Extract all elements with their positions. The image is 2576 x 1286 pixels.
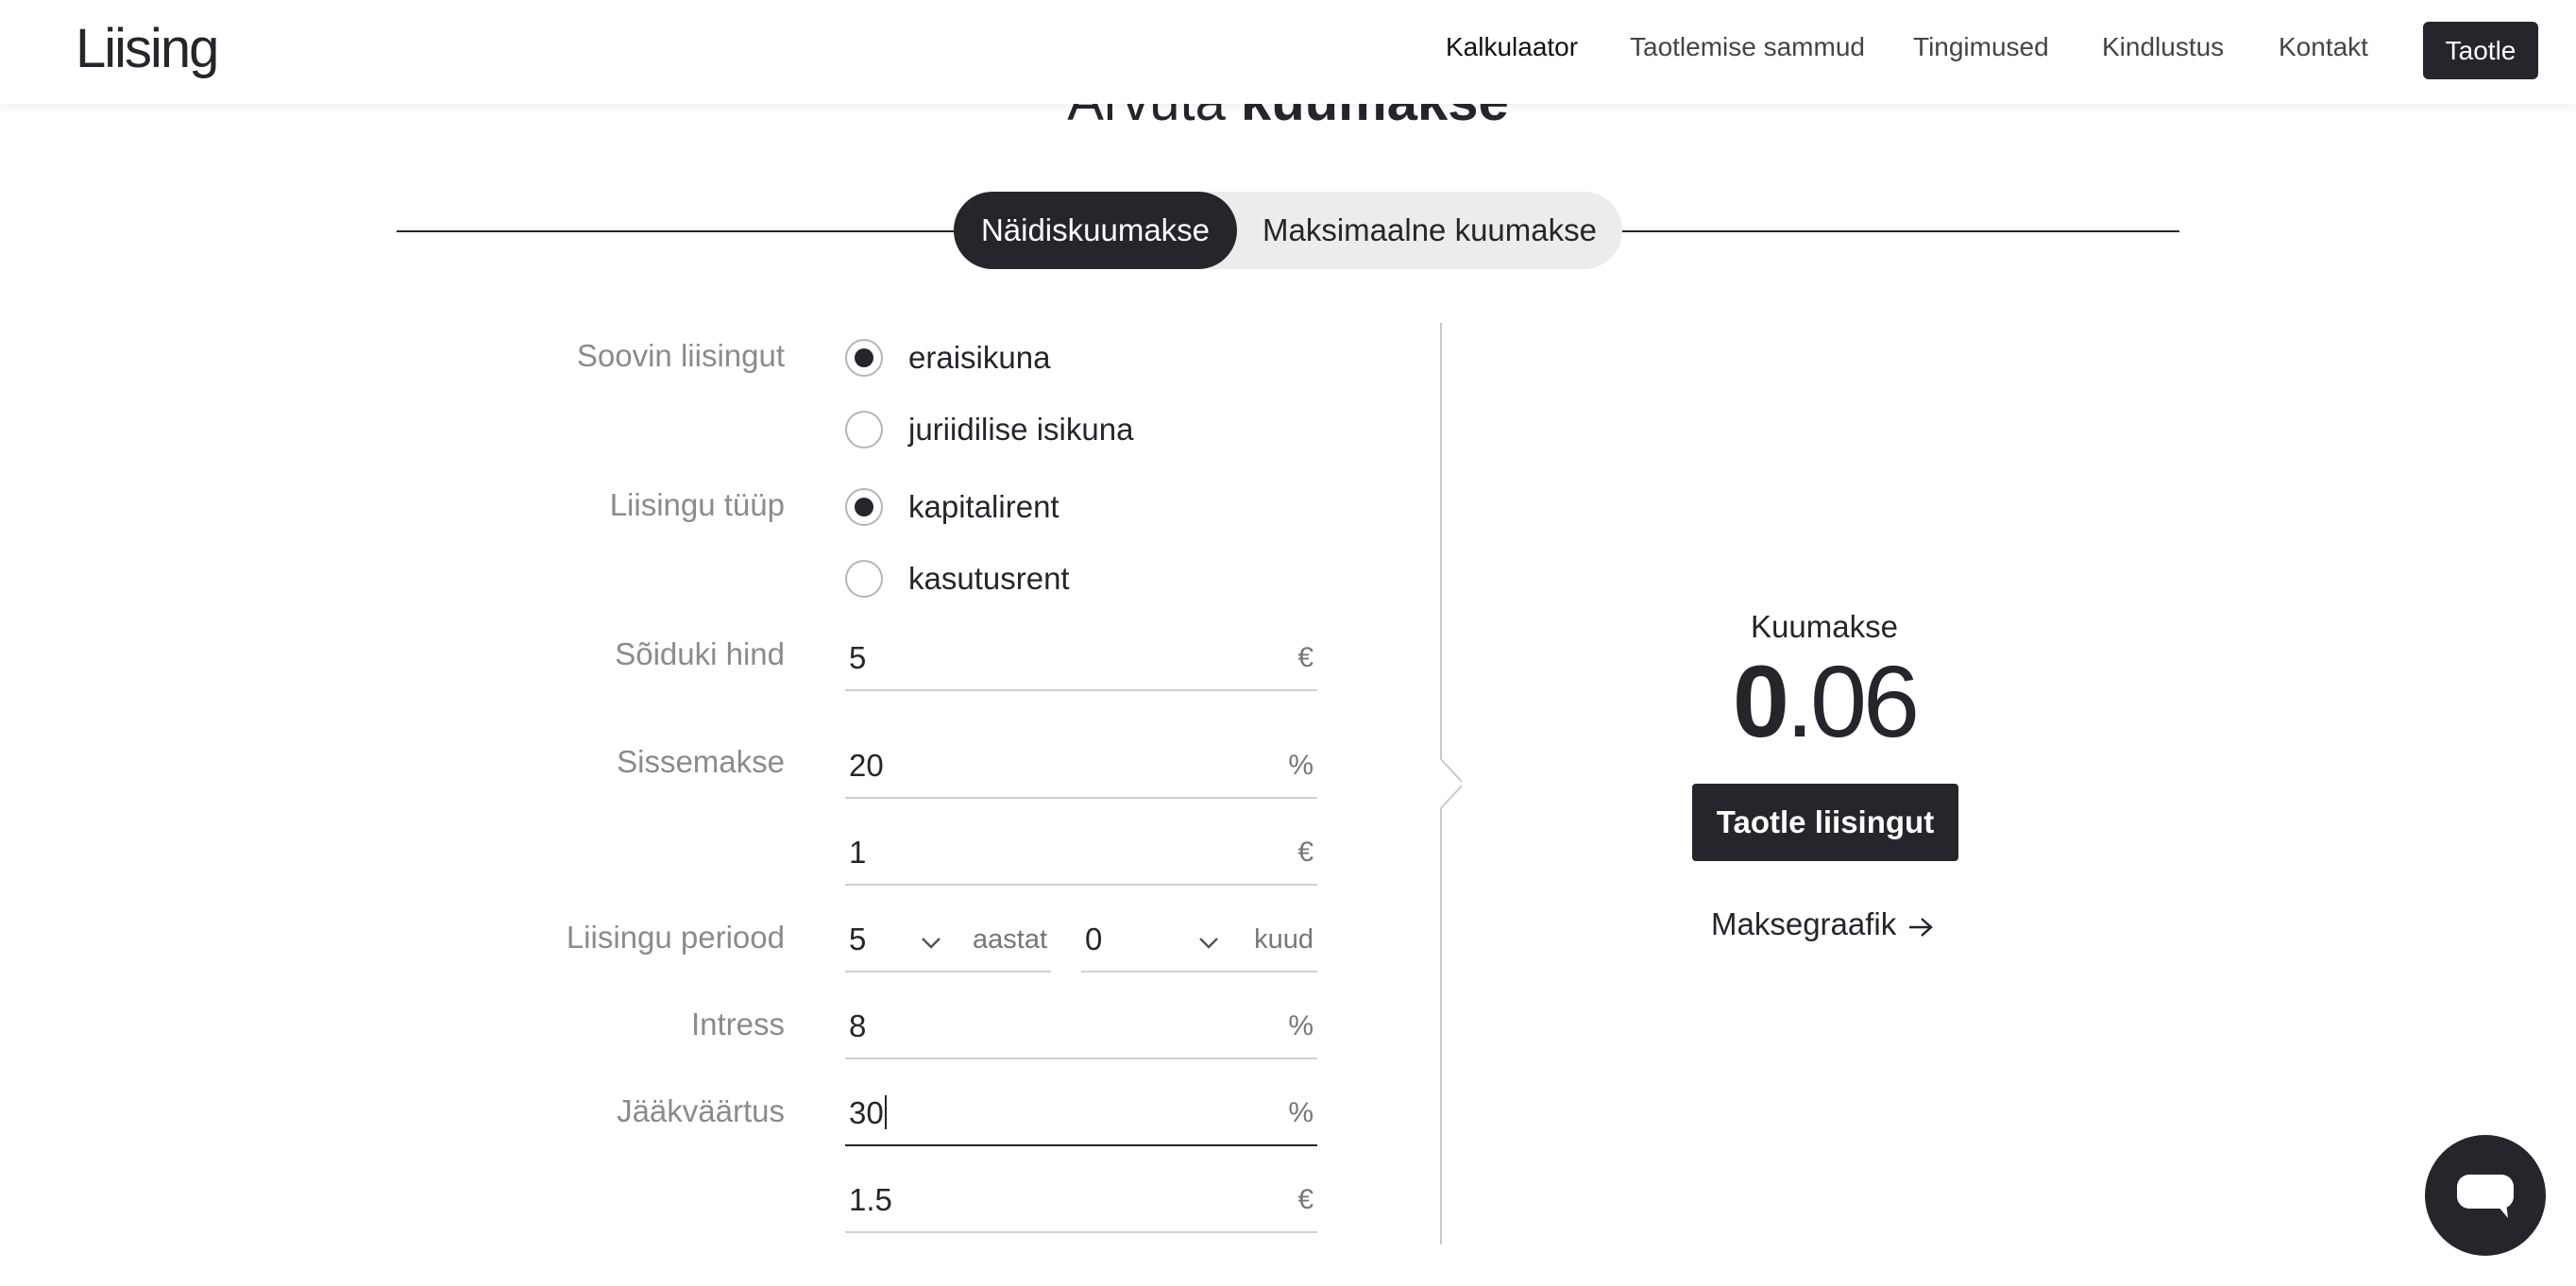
chat-widget-button[interactable] <box>2425 1135 2546 1256</box>
monthly-payment-integer: 0 <box>1732 644 1789 758</box>
lease-period-label: Liisingu periood <box>566 920 785 955</box>
radio-private-person-label[interactable]: eraisikuna <box>908 340 1050 376</box>
residual-amount-value: 1.5 <box>849 1182 892 1217</box>
nav-kontakt[interactable]: Kontakt <box>2279 32 2368 62</box>
payment-schedule-link[interactable]: Maksegraafik <box>1711 906 1934 942</box>
payment-schedule-label: Maksegraafik <box>1711 906 1897 941</box>
calculation-mode-toggle: Näidiskuumakse Maksimaalne kuumakse <box>954 192 1622 269</box>
radio-legal-person[interactable] <box>845 411 883 448</box>
radio-financial-lease-label[interactable]: kapitalirent <box>908 489 1059 525</box>
monthly-payment-decimals: 06 <box>1809 644 1920 758</box>
down-payment-percent-unit: % <box>1288 750 1313 781</box>
period-months-value: 0 <box>1085 922 1103 956</box>
down-payment-percent-value: 20 <box>849 748 884 783</box>
period-years-select[interactable]: 5 aastat <box>845 906 1051 973</box>
period-months-unit: kuud <box>1254 924 1313 955</box>
tab-maximum-payment[interactable]: Maksimaalne kuumakse <box>1237 192 1622 269</box>
radio-legal-person-label[interactable]: juriidilise isikuna <box>908 412 1133 448</box>
arrow-right-icon <box>1909 918 1934 937</box>
radio-financial-lease[interactable] <box>845 488 883 526</box>
monthly-payment-title: Kuumakse <box>1751 609 1898 644</box>
vehicle-price-unit: € <box>1297 642 1313 673</box>
down-payment-amount-input[interactable]: 1 € <box>845 820 1317 886</box>
section-divider <box>1440 323 1462 1244</box>
down-payment-label: Sissemakse <box>617 744 785 779</box>
vehicle-price-value: 5 <box>849 640 867 675</box>
radio-private-person[interactable] <box>845 339 883 377</box>
period-months-select[interactable]: 0 kuud <box>1081 906 1317 973</box>
interest-value: 8 <box>849 1008 867 1043</box>
period-years-value: 5 <box>849 922 867 956</box>
apply-lease-button[interactable]: Taotle liisingut <box>1692 784 1958 861</box>
nav-kalkulaator[interactable]: Kalkulaator <box>1446 32 1578 62</box>
radio-operating-lease[interactable] <box>845 560 883 598</box>
chat-bubble-icon <box>2457 1175 2514 1218</box>
nav-taotlemise-sammud[interactable]: Taotlemise sammud <box>1630 32 1865 62</box>
applicant-label: Soovin liisingut <box>576 338 785 373</box>
residual-amount-unit: € <box>1297 1184 1313 1215</box>
monthly-payment-separator: . <box>1785 644 1814 758</box>
nav-tingimused[interactable]: Tingimused <box>1913 32 2049 62</box>
monthly-payment-amount: 0.06 <box>1541 642 2108 760</box>
residual-percent-input[interactable]: 30 % <box>845 1080 1317 1146</box>
interest-unit: % <box>1288 1010 1313 1041</box>
down-payment-amount-value: 1 <box>849 835 867 870</box>
lease-type-label: Liisingu tüüp <box>609 487 785 522</box>
nav-kindlustus[interactable]: Kindlustus <box>2102 32 2224 62</box>
down-payment-percent-input[interactable]: 20 % <box>845 733 1317 799</box>
residual-percent-value: 30 <box>849 1095 884 1130</box>
chevron-down-icon <box>922 938 941 949</box>
interest-label: Intress <box>690 1007 785 1041</box>
period-years-unit: aastat <box>973 924 1047 955</box>
down-payment-amount-unit: € <box>1297 837 1313 868</box>
tab-example-payment[interactable]: Näidiskuumakse <box>954 192 1237 269</box>
vehicle-price-label: Sõiduki hind <box>615 636 785 671</box>
apply-header-button[interactable]: Taotle <box>2423 22 2538 79</box>
chevron-down-icon <box>1199 938 1218 949</box>
radio-operating-lease-label[interactable]: kasutusrent <box>908 561 1070 597</box>
vehicle-price-input[interactable]: 5 € <box>845 625 1317 691</box>
residual-amount-input[interactable]: 1.5 € <box>845 1167 1317 1233</box>
text-caret <box>884 1095 887 1129</box>
interest-input[interactable]: 8 % <box>845 993 1317 1059</box>
top-navigation-bar: Liising Kalkulaator Taotlemise sammud Ti… <box>0 0 2576 104</box>
residual-percent-unit: % <box>1288 1097 1313 1128</box>
main-nav: Kalkulaator Taotlemise sammud Tingimused… <box>0 32 2576 70</box>
residual-value-label: Jääkväärtus <box>617 1093 785 1128</box>
